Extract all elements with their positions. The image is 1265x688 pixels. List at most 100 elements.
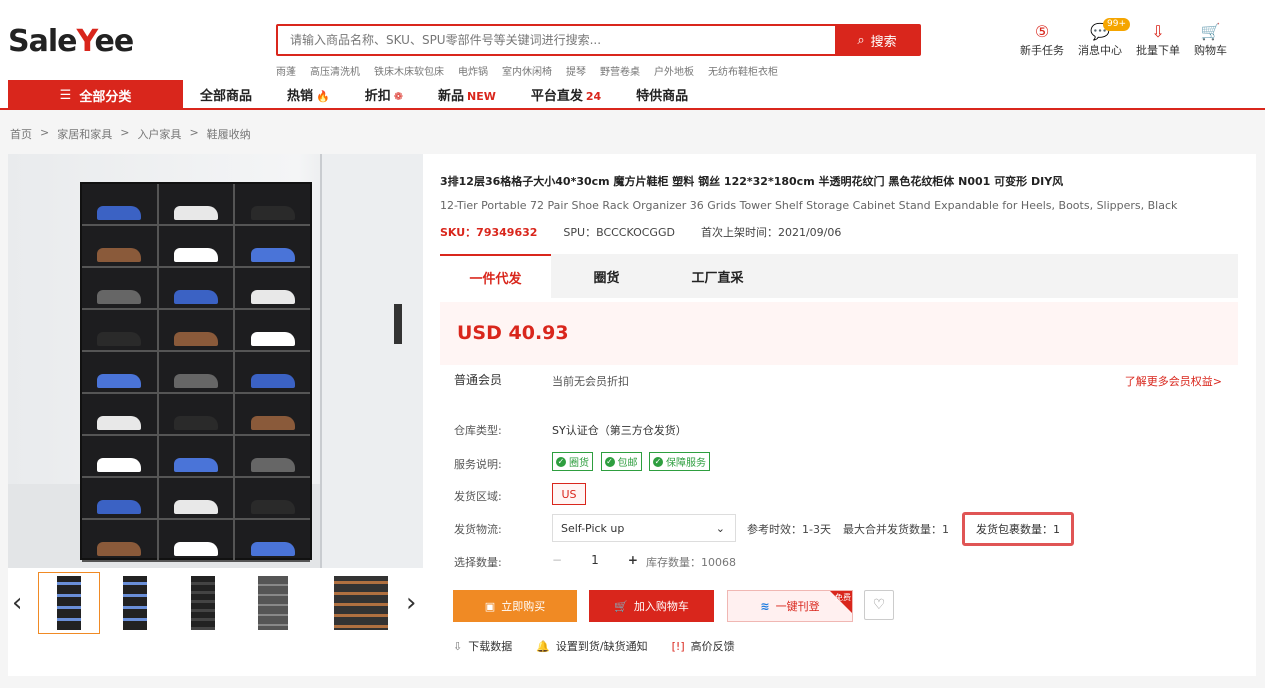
rack-cell [159,268,236,308]
chevron-left-icon[interactable]: ‹ [12,588,22,618]
shoe [97,542,142,556]
cart-button[interactable]: 🛒 购物车 [1194,22,1227,58]
breadcrumb-entryway[interactable]: 入户家具 [137,126,181,142]
reference-time: 参考时效：1-3天 [747,523,831,536]
logistics-select[interactable]: Self-Pick up ⌄ [552,514,736,542]
nav-item-all-products[interactable]: 全部商品 [200,85,252,104]
hot-word[interactable]: 室内休闲椅 [502,63,552,78]
tab-factory-direct[interactable]: 工厂直采 [662,254,773,298]
message-center-button[interactable]: 💬 99+ 消息中心 [1078,18,1130,58]
chevron-right-icon[interactable]: › [406,588,416,618]
region-us-button[interactable]: US [552,483,586,505]
service-tags: ✓ 圈货 ✓ 包邮 ✓ 保障服务 [552,452,714,471]
spu: SPU：BCCCKOCGGD [563,226,675,239]
breadcrumb-home-furniture[interactable]: 家居和家具 [57,126,112,142]
saleyee-logo[interactable]: SaleYee [8,24,134,59]
door [320,154,423,568]
nav-item-new[interactable]: 新品 NEW [438,85,496,104]
all-categories-button[interactable]: ☰ 全部分类 [8,80,183,110]
decrease-button[interactable]: − [552,553,562,567]
increase-button[interactable]: + [628,553,638,567]
shoe-rack-image [80,182,312,562]
warehouse-label: 仓库类型: [454,424,502,437]
stock-notify-link[interactable]: 🔔 设置到货/缺货通知 [536,638,647,654]
shoe [174,500,218,514]
rack-cell [82,436,159,476]
logistics-label: 发货物流: [454,523,502,536]
favorite-button[interactable]: ♡ [864,590,894,620]
hot-word[interactable]: 提琴 [566,63,586,78]
warehouse-value: SY认证仓（第三方仓发货） [552,424,687,437]
high-price-feedback-link[interactable]: [!] 高价反馈 [672,638,735,654]
check-icon: ✓ [653,456,663,467]
hot-word[interactable]: 电炸锅 [458,63,488,78]
hot-word[interactable]: 野营卷桌 [600,63,640,78]
breadcrumb: 首页 > 家居和家具 > 入户家具 > 鞋履收纳 [10,126,251,142]
sku-line: SKU：79349632 SPU：BCCCKOCGGD 首次上架时间：2021/… [440,224,841,240]
thumbnail-1[interactable] [38,572,100,634]
tab-dropship[interactable]: 一件代发 [440,254,551,298]
thumbnail-4[interactable] [242,572,304,634]
extra-links: ⇩ 下载数据 🔔 设置到货/缺货通知 [!] 高价反馈 [453,638,735,654]
message-badge: 99+ [1103,18,1130,31]
hot-word[interactable]: 铁床木床软包床 [374,63,444,78]
newbie-tasks-button[interactable]: ⑤ 新手任务 [1020,22,1064,58]
hot-word[interactable]: 户外地板 [654,63,694,78]
search-input[interactable] [278,26,838,54]
rack-cell [82,520,159,560]
check-icon: ✓ [604,456,615,467]
chevron-down-icon: ⌄ [715,521,725,535]
purchase-tabs: 一件代发 圈货 工厂直采 [440,254,1238,298]
product-main-image[interactable] [8,154,423,568]
hot-word[interactable]: 高压清洗机 [310,63,360,78]
rack-cell [159,352,236,392]
rack-cell [82,226,159,266]
buy-now-button[interactable]: ▣ 立即购买 [453,590,577,622]
new-badge-icon: NEW [466,89,496,103]
shoe [97,248,142,262]
rack-row [82,268,310,310]
thumbnail-2[interactable] [104,572,166,634]
hot-word[interactable]: 雨蓬 [276,63,296,78]
service-tag: ✓ 保障服务 [649,452,710,471]
nav-item-hot[interactable]: 热销 🔥 [287,85,330,104]
rack-cell [159,436,236,476]
nav-item-direct-ship[interactable]: 平台直发 24 [531,85,601,104]
rack-row [82,394,310,436]
shoe [97,416,142,430]
rack-cell [82,394,159,434]
shoe [97,332,142,346]
search-button[interactable]: ⌕ 搜索 [835,26,919,54]
member-benefits-link[interactable]: 了解更多会员权益> [1125,373,1222,389]
add-to-cart-button[interactable]: 🛒 加入购物车 [589,590,714,622]
download-icon: ⇩ [453,639,463,653]
rack-cell [82,310,159,350]
quantity-value[interactable]: 1 [591,553,599,567]
publish-icon: ≋ [760,599,770,613]
hot-words: 雨蓬 高压清洗机 铁床木床软包床 电炸锅 室内休闲椅 提琴 野营卷桌 户外地板 … [276,63,778,78]
shoe [174,374,218,388]
shoe [250,290,295,304]
breadcrumb-home[interactable]: 首页 [10,126,32,142]
rack-row [82,478,310,520]
shoe [97,374,142,388]
quantity-stepper: − 1 + [552,550,638,570]
moneybag-icon: ⑤ [1034,22,1050,41]
thumbnail-5[interactable] [330,572,392,634]
rack-cell [235,268,310,308]
shoe [250,248,295,262]
rack-row [82,226,310,268]
shoe [250,458,295,472]
one-click-publish-button[interactable]: ≋ 一键刊登 免费 [727,590,853,622]
thumbnail-3[interactable] [172,572,234,634]
breadcrumb-shoe-storage[interactable]: 鞋履收纳 [207,126,251,142]
nav-item-special[interactable]: 特供商品 [636,85,688,104]
rack-cell [235,478,310,518]
bulk-order-button[interactable]: ⇩ 批量下单 [1136,22,1180,58]
nav-item-discount[interactable]: 折扣 ❁ [365,85,403,104]
tab-stock-up[interactable]: 圈货 [551,254,662,298]
main-nav: ☰ 全部分类 全部商品 热销 🔥 折扣 ❁ 新品 NEW 平台直发 24 特供商品 [0,80,1265,110]
hot-word[interactable]: 无纺布鞋柜衣柜 [708,63,778,78]
download-data-link[interactable]: ⇩ 下载数据 [453,638,512,654]
rack-cell [159,520,236,560]
